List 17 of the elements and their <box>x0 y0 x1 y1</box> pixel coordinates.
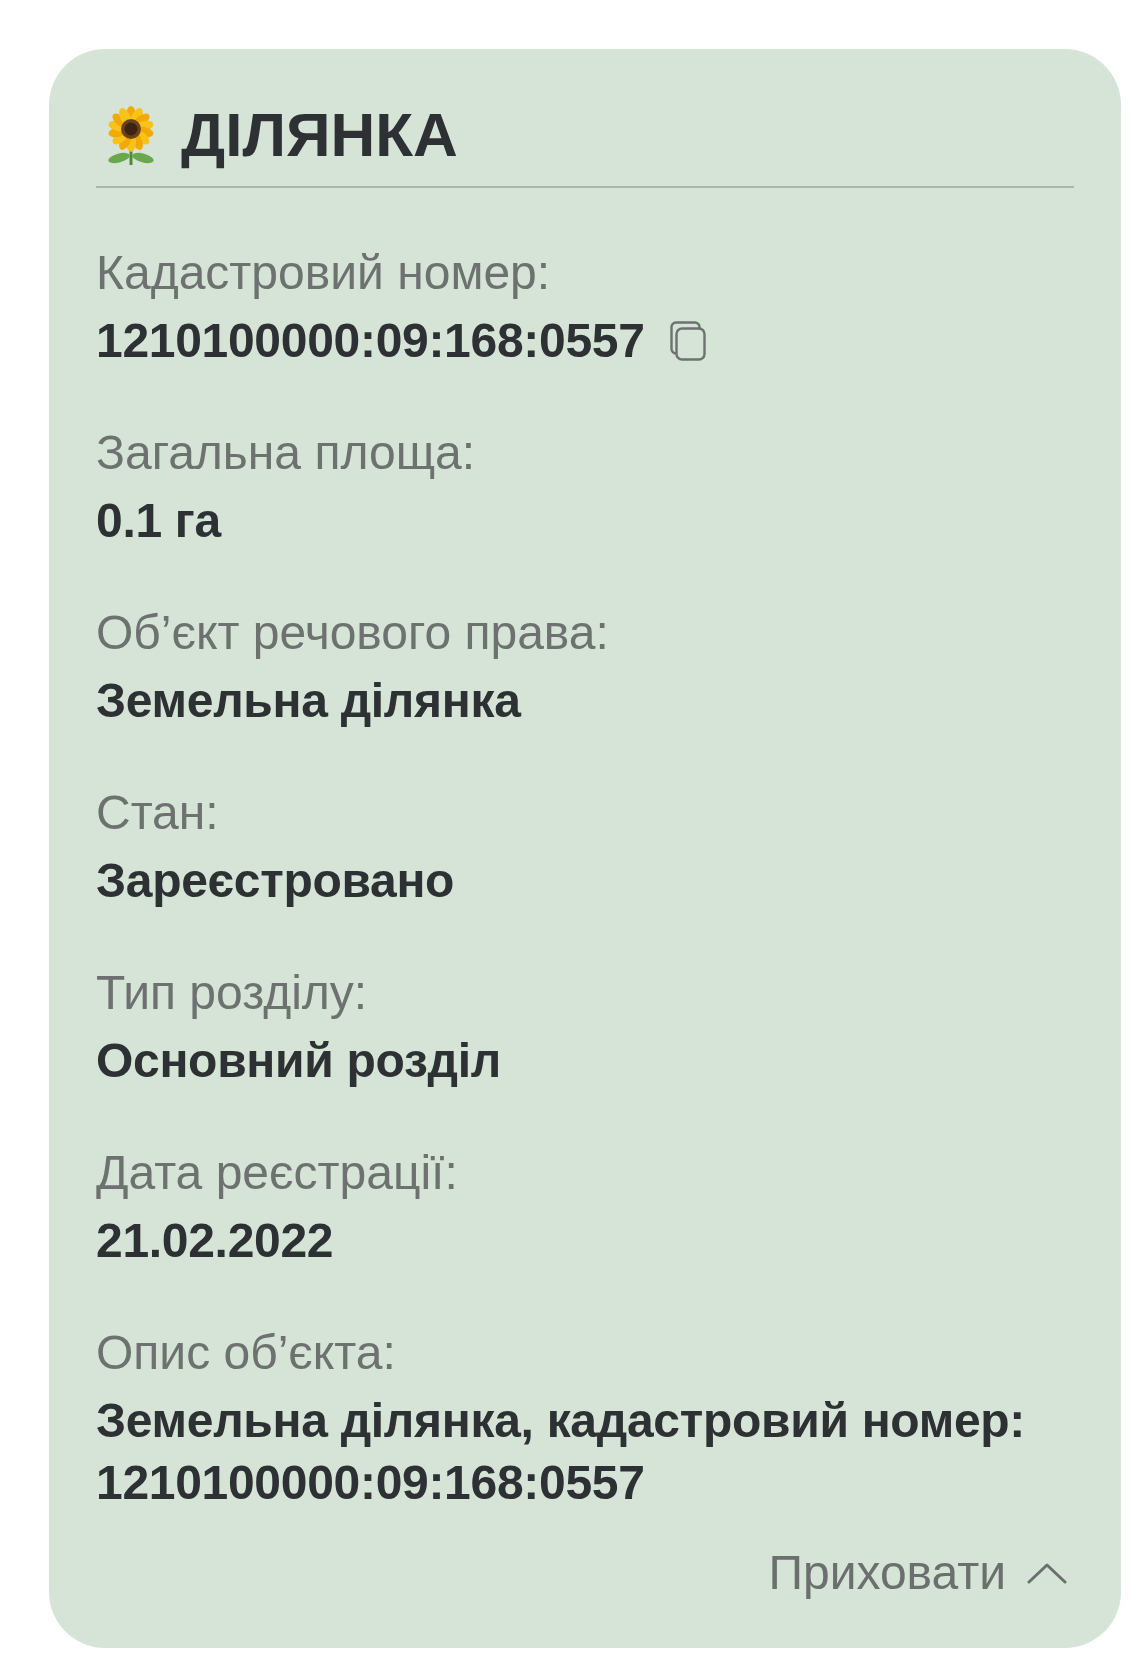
field-value: Земельна ділянка, кадастровий номер: 1210100000:09:168:0557 <box>96 1393 1027 1511</box>
field-label: Тип розділу: <box>96 965 368 1021</box>
field-value: Основний розділ <box>96 1033 501 1089</box>
field-value: 21.02.2022 <box>96 1213 334 1269</box>
field-label: Загальна площа: <box>96 425 476 481</box>
field-label: Стан: <box>96 785 219 841</box>
collapse-button[interactable]: Приховати <box>768 1542 1067 1604</box>
field-label: Опис об’єкта: <box>96 1325 396 1381</box>
field-value: 0.1 га <box>96 493 221 549</box>
copy-icon[interactable] <box>669 321 706 361</box>
field-value: Земельна ділянка <box>96 673 521 729</box>
field-label: Дата реєстрації: <box>96 1145 458 1201</box>
field-value: 1210100000:09:168:0557 <box>96 313 645 369</box>
field-label: Кадастровий номер: <box>96 245 551 301</box>
card-title: ДІЛЯНКА <box>181 99 458 171</box>
field-label: Об’єкт речового права: <box>96 605 609 661</box>
field-value: Зареєстровано <box>96 853 455 909</box>
